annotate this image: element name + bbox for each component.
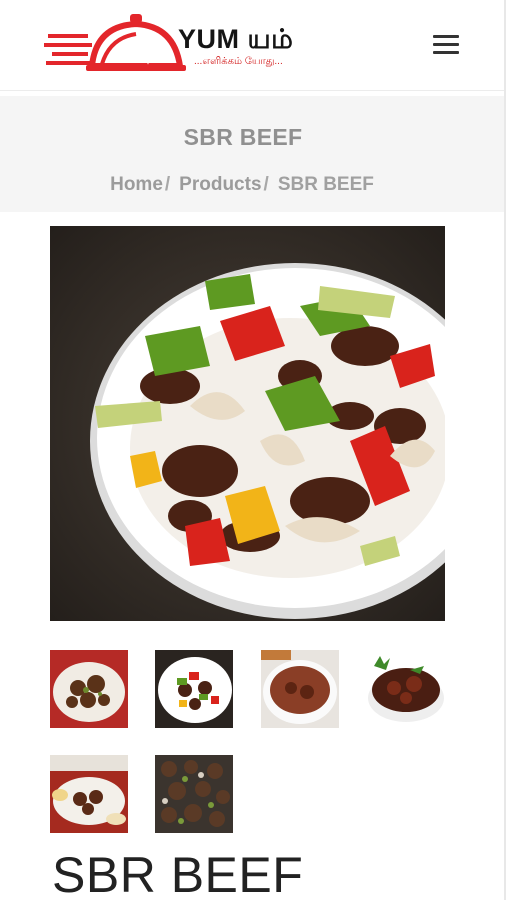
product-title: SBR BEEF: [52, 847, 304, 903]
thumbnail-image: [366, 650, 444, 728]
thumbnail-image: [261, 650, 339, 728]
logo-tagline: ...எளிக்கம் யோது...: [194, 56, 283, 67]
hamburger-icon: [433, 35, 459, 38]
hamburger-menu-button[interactable]: [427, 30, 465, 60]
site-logo[interactable]: YUM யம் ...எளிக்கம் யோது...: [44, 10, 314, 74]
thumbnail-2[interactable]: [155, 650, 233, 728]
thumbnail-6[interactable]: [155, 755, 233, 833]
thumbnail-image: [155, 650, 233, 728]
product-main-image[interactable]: [50, 226, 445, 621]
breadcrumb-products[interactable]: Products: [179, 174, 261, 195]
thumbnail-3[interactable]: [261, 650, 339, 728]
thumbnail-image: [50, 650, 128, 728]
breadcrumb-current: SBR BEEF: [277, 174, 374, 195]
thumbnail-4[interactable]: [366, 650, 444, 728]
logo-text: YUM யம்: [178, 24, 294, 54]
thumbnail-image: [50, 755, 128, 833]
thumbnail-5[interactable]: [50, 755, 128, 833]
breadcrumb-home[interactable]: Home: [110, 174, 163, 195]
food-photo: [50, 226, 445, 621]
breadcrumb-separator: /: [263, 174, 269, 195]
site-header: YUM யம் ...எளிக்கம் யோது...: [0, 0, 506, 91]
thumbnail-1[interactable]: [50, 650, 128, 728]
page-banner: SBR BEEF Home / Products / SBR BEEF: [0, 96, 506, 212]
page-title: SBR BEEF: [183, 124, 303, 150]
thumbnail-image: [155, 755, 233, 833]
breadcrumb: Home / Products / SBR BEEF: [0, 174, 484, 196]
breadcrumb-separator: /: [164, 174, 171, 195]
